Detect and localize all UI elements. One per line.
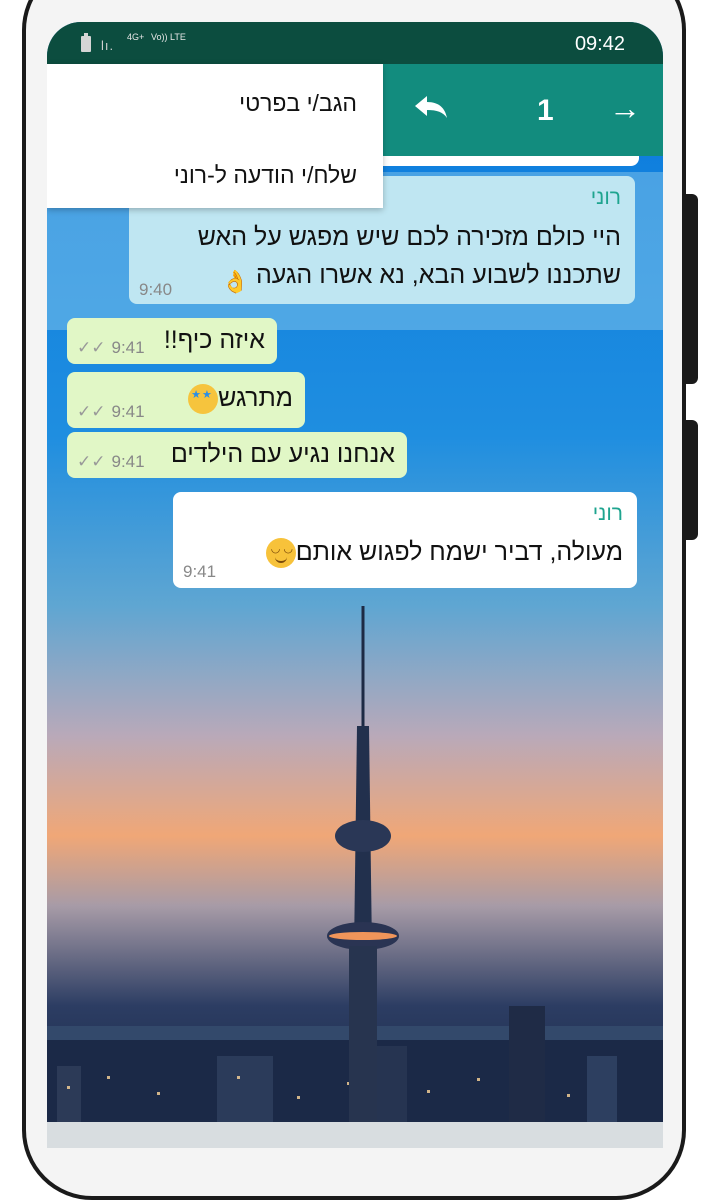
- tower-image: [327, 606, 399, 1148]
- arrow-right-icon[interactable]: →: [609, 90, 641, 127]
- message-incoming[interactable]: רוני מעולה, דביר ישמח לפגוש אותם 9:41: [173, 492, 637, 588]
- double-check-icon: ✓✓: [77, 338, 106, 357]
- volte-indicator: Vo)) LTE: [151, 32, 186, 42]
- selected-count: 1: [537, 94, 554, 127]
- message-outgoing[interactable]: איזה כיף!! ✓✓ 9:41: [67, 318, 277, 364]
- message-text: אנחנו נגיע עם הילדים: [170, 440, 395, 468]
- menu-item-reply-privately[interactable]: הגב/י בפרטי: [239, 90, 357, 117]
- message-text: היי כולם מזכירה לכם שיש מפגש על האש שתכנ…: [141, 218, 621, 294]
- status-bar: lı. 4G+ Vo)) LTE 09:42: [47, 22, 663, 64]
- sender-name: רוני: [592, 502, 623, 525]
- double-check-icon: ✓✓: [77, 452, 106, 471]
- message-time: 9:41: [111, 402, 145, 421]
- power-button: [686, 420, 698, 540]
- menu-item-message-sender[interactable]: שלח/י הודעה ל-רוני: [174, 162, 357, 189]
- message-time: 9:41: [111, 452, 145, 471]
- message-time: 9:41: [183, 562, 217, 581]
- ok-hand-icon: [225, 262, 249, 290]
- network-indicator: 4G+: [127, 32, 145, 42]
- star-struck-icon: [188, 384, 219, 415]
- double-check-icon: ✓✓: [77, 402, 106, 421]
- battery-icon: [81, 33, 91, 52]
- message-text: מתרגש: [188, 384, 293, 415]
- volume-button: [686, 194, 698, 384]
- message-text: מעולה, דביר ישמח לפגוש אותם: [265, 538, 623, 569]
- message-text: איזה כיף!!: [163, 326, 265, 354]
- message-time: 9:40: [139, 280, 173, 299]
- previous-message-edge: [347, 156, 639, 166]
- phone-screen: lı. 4G+ Vo)) LTE 09:42 1 → רוני היי כולם…: [47, 22, 663, 1148]
- signal-icon: lı.: [101, 38, 115, 53]
- reply-icon[interactable]: [411, 86, 451, 126]
- message-outgoing[interactable]: אנחנו נגיע עם הילדים ✓✓ 9:41: [67, 432, 407, 478]
- status-time: 09:42: [574, 33, 625, 55]
- sender-name: רוני: [590, 186, 621, 209]
- message-time: 9:41: [111, 338, 145, 357]
- input-bar: [47, 1122, 663, 1148]
- message-outgoing[interactable]: מתרגש ✓✓ 9:41: [67, 372, 305, 428]
- context-menu: הגב/י בפרטי שלח/י הודעה ל-רוני: [47, 64, 383, 208]
- smiling-face-icon: [265, 538, 296, 569]
